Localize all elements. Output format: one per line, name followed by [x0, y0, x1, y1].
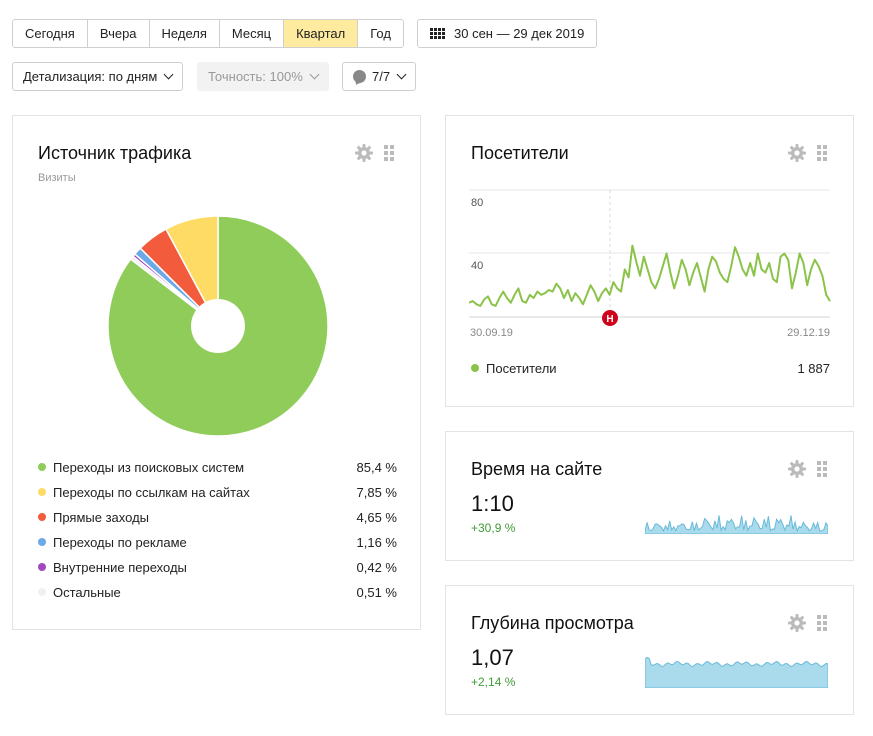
legend-dot — [471, 364, 479, 372]
period-today-button[interactable]: Сегодня — [13, 20, 88, 47]
chevron-down-icon — [163, 69, 174, 80]
legend-dot — [38, 513, 46, 521]
widget-subtitle: Визиты — [38, 172, 76, 184]
period-week-button[interactable]: Неделя — [149, 20, 220, 47]
legend-label: Остальные — [53, 584, 121, 600]
date-range-button[interactable]: 30 сен — 29 дек 2019 — [417, 19, 598, 48]
time-sparkline — [645, 515, 828, 534]
y-tick-label: 80 — [471, 197, 483, 209]
drag-handle-icon[interactable] — [817, 461, 827, 477]
visitors-line-chart: 80 40 30.09.19 29.12.19 Н — [469, 189, 831, 338]
metric-delta: +2,14 % — [471, 675, 516, 689]
legend-label: Переходы из поисковых систем — [53, 459, 245, 475]
legend-label: Переходы по ссылкам на сайтах — [53, 484, 250, 500]
chevron-down-icon — [396, 69, 407, 80]
legend-dot — [38, 463, 46, 471]
visitors-widget: Посетители 80 40 30.09.19 29.12.19 Н Пос… — [445, 115, 854, 407]
legend-label: Прямые заходы — [53, 509, 150, 525]
legend-value: 0,51 % — [356, 584, 397, 600]
period-year-button[interactable]: Год — [358, 20, 403, 47]
accuracy-dropdown-label: Точность: 100% — [208, 69, 303, 84]
date-range-label: 30 сен — 29 дек 2019 — [454, 26, 585, 41]
drag-handle-icon[interactable] — [384, 145, 394, 161]
comment-icon — [353, 70, 366, 83]
period-selector: Сегодня Вчера Неделя Месяц Квартал Год — [12, 19, 404, 48]
metric-value: 1:10 — [471, 491, 514, 516]
legend-value: 4,65 % — [356, 509, 397, 525]
period-month-button[interactable]: Месяц — [219, 20, 285, 47]
legend-dot — [38, 563, 46, 571]
depth-sparkline — [645, 656, 828, 688]
x-tick-label: 29.12.19 — [787, 327, 830, 338]
traffic-pie-chart — [107, 215, 329, 437]
legend-item-links: Переходы по ссылкам на сайтах 7,85 % — [38, 484, 397, 500]
legend-item-ads: Переходы по рекламе 1,16 % — [38, 534, 397, 550]
x-tick-label: 30.09.19 — [470, 327, 513, 338]
legend-label: Переходы по рекламе — [53, 534, 187, 550]
segments-dropdown-label: 7/7 — [372, 69, 391, 84]
sparkline-area — [645, 656, 828, 688]
annotation-marker-label: Н — [606, 314, 613, 325]
legend-dot — [38, 588, 46, 596]
sparkline-area — [645, 515, 828, 534]
calendar-icon — [430, 28, 445, 39]
legend-value: 7,85 % — [356, 484, 397, 500]
legend-dot — [38, 488, 46, 496]
chevron-down-icon — [309, 69, 320, 80]
gear-icon[interactable] — [787, 459, 807, 479]
accuracy-dropdown[interactable]: Точность: 100% — [197, 62, 329, 91]
segments-dropdown[interactable]: 7/7 — [342, 62, 417, 91]
legend-value: 85,4 % — [356, 459, 397, 475]
drag-handle-icon[interactable] — [817, 615, 827, 631]
detail-dropdown[interactable]: Детализация: по дням — [12, 62, 184, 91]
legend-item-internal: Внутренние переходы 0,42 % — [38, 559, 397, 575]
legend-value: 1,16 % — [356, 534, 397, 550]
gear-icon[interactable] — [354, 143, 374, 163]
drag-handle-icon[interactable] — [817, 145, 827, 161]
legend-value: 1 887 — [797, 360, 830, 376]
widget-title: Источник трафика — [38, 143, 192, 163]
period-yesterday-button[interactable]: Вчера — [87, 20, 150, 47]
legend-dot — [38, 538, 46, 546]
legend-label: Внутренние переходы — [53, 559, 187, 575]
legend-label: Посетители — [486, 360, 557, 376]
gear-icon[interactable] — [787, 613, 807, 633]
y-tick-label: 40 — [471, 260, 483, 272]
metric-delta: +30,9 % — [471, 521, 516, 535]
legend-item-other: Остальные 0,51 % — [38, 584, 397, 600]
depth-widget: Глубина просмотра 1,07 +2,14 % — [445, 585, 854, 715]
legend-item-search: Переходы из поисковых систем 85,4 % — [38, 459, 397, 475]
traffic-source-widget: Источник трафика Визиты Переходы из поис… — [12, 115, 421, 630]
gear-icon[interactable] — [787, 143, 807, 163]
period-quarter-button[interactable]: Квартал — [284, 20, 359, 47]
annotation-marker[interactable]: Н — [602, 310, 618, 326]
widget-title: Глубина просмотра — [471, 613, 634, 633]
widget-title: Посетители — [471, 143, 569, 163]
detail-dropdown-label: Детализация: по дням — [23, 69, 158, 84]
pie-center-hole — [191, 299, 245, 353]
legend-item-visitors: Посетители 1 887 — [471, 360, 830, 376]
metric-value: 1,07 — [471, 645, 514, 670]
legend-value: 0,42 % — [356, 559, 397, 575]
widget-title: Время на сайте — [471, 459, 603, 479]
time-on-site-widget: Время на сайте 1:10 +30,9 % — [445, 431, 854, 561]
series-line-visitors — [469, 244, 831, 307]
legend-item-direct: Прямые заходы 4,65 % — [38, 509, 397, 525]
